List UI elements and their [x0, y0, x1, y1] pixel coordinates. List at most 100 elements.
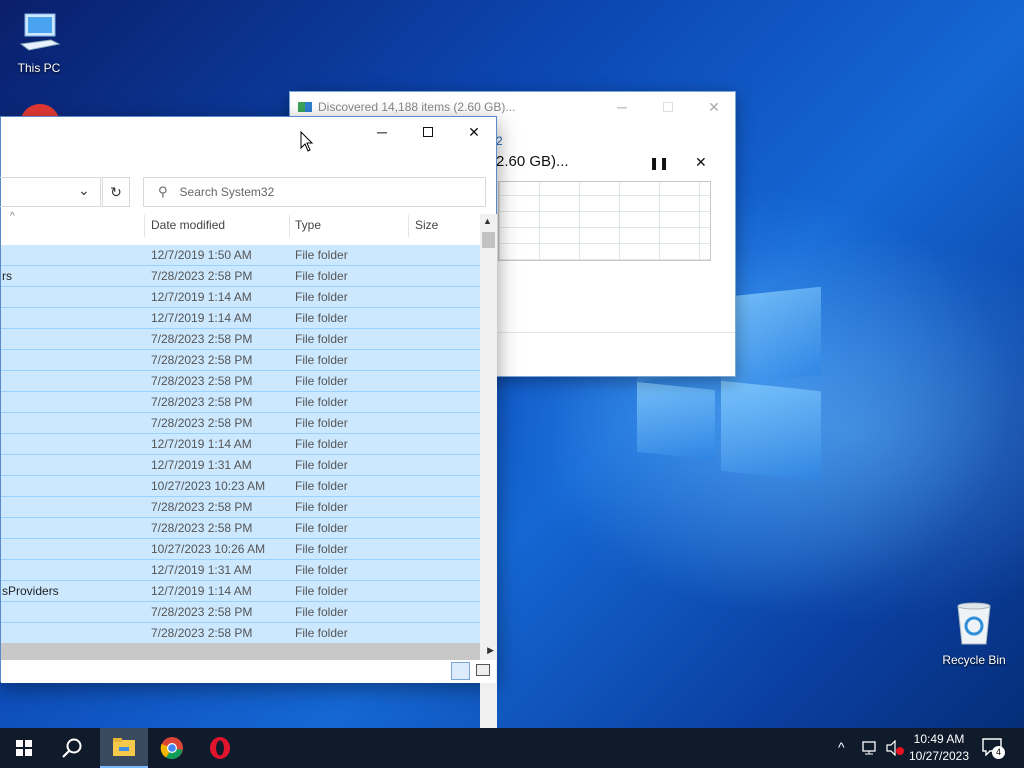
chrome-icon	[160, 737, 183, 760]
row-date-modified: 12/7/2019 1:14 AM	[151, 290, 252, 304]
taskbar-opera[interactable]	[196, 728, 244, 768]
start-icon	[16, 740, 32, 756]
row-date-modified: 7/28/2023 2:58 PM	[151, 500, 253, 514]
table-row[interactable]: 7/28/2023 2:58 PM File folder	[1, 623, 480, 644]
scroll-up-icon[interactable]: ▲	[483, 216, 492, 226]
row-date-modified: 12/7/2019 1:14 AM	[151, 437, 252, 451]
chevron-down-icon[interactable]: ⌄	[78, 182, 90, 199]
table-row[interactable]: 12/7/2019 1:14 AM File folder	[1, 434, 480, 455]
row-type: File folder	[295, 290, 348, 304]
row-type: File folder	[295, 479, 348, 493]
row-type: File folder	[295, 563, 348, 577]
progress-dialog-title: Discovered 14,188 items (2.60 GB)...	[318, 100, 516, 114]
row-date-modified: 7/28/2023 2:58 PM	[151, 626, 253, 640]
table-row[interactable]: 12/7/2019 1:14 AM File folder	[1, 287, 480, 308]
table-row[interactable]: 7/28/2023 2:58 PM File folder	[1, 497, 480, 518]
scrollbar-thumb[interactable]	[482, 232, 495, 248]
large-icons-view-icon[interactable]	[476, 664, 490, 676]
column-header-name[interactable]: ^	[1, 209, 144, 241]
refresh-button[interactable]: ↻	[102, 177, 130, 207]
computer-icon	[3, 10, 75, 57]
notification-count-badge: 4	[992, 746, 1005, 759]
recycle-bin-desktop-icon[interactable]: Recycle Bin	[938, 600, 1010, 667]
search-placeholder: Search System32	[179, 185, 275, 199]
table-row[interactable]: 10/27/2023 10:26 AM File folder	[1, 539, 480, 560]
action-center-button[interactable]: 4	[982, 738, 1005, 759]
row-date-modified: 7/28/2023 2:58 PM	[151, 374, 253, 388]
table-row[interactable]: 7/28/2023 2:58 PM File folder	[1, 371, 480, 392]
progress-status-text: 2.60 GB)...	[496, 153, 569, 170]
row-date-modified: 7/28/2023 2:58 PM	[151, 416, 253, 430]
table-row[interactable]: 7/28/2023 2:58 PM File folder	[1, 602, 480, 623]
wallpaper-logo-pane	[637, 381, 715, 461]
table-row[interactable]: 12/7/2019 1:50 AM File folder	[1, 245, 480, 266]
horizontal-scrollbar[interactable]: ▶	[1, 643, 494, 660]
row-date-modified: 7/28/2023 2:58 PM	[151, 269, 253, 283]
cancel-icon[interactable]: ✕	[695, 154, 707, 171]
table-row[interactable]: 7/28/2023 2:58 PM File folder	[1, 350, 480, 371]
table-row[interactable]: 7/28/2023 2:58 PM File folder	[1, 329, 480, 350]
taskbar-clock[interactable]: 10:49 AM 10/27/2023	[906, 728, 972, 768]
row-date-modified: 7/28/2023 2:58 PM	[151, 395, 253, 409]
row-type: File folder	[295, 542, 348, 556]
address-bar[interactable]: ⌄	[0, 177, 101, 207]
row-type: File folder	[295, 521, 348, 535]
close-button[interactable]: ✕	[691, 92, 737, 122]
row-type: File folder	[295, 353, 348, 367]
row-type: File folder	[295, 584, 348, 598]
row-type: File folder	[295, 374, 348, 388]
column-header-date-modified[interactable]: Date modified	[144, 209, 289, 241]
table-row[interactable]: 10/27/2023 10:23 AM File folder	[1, 476, 480, 497]
network-icon[interactable]	[862, 740, 880, 756]
volume-muted-icon[interactable]	[886, 740, 904, 756]
row-date-modified: 12/7/2019 1:14 AM	[151, 311, 252, 325]
scroll-right-icon[interactable]: ▶	[487, 645, 494, 656]
column-header-type[interactable]: Type	[288, 209, 408, 241]
table-row[interactable]: 12/7/2019 1:14 AM File folder	[1, 308, 480, 329]
refresh-icon: ↻	[110, 183, 122, 200]
row-type: File folder	[295, 395, 348, 409]
search-input[interactable]: ⚲ Search System32	[143, 177, 486, 207]
clock-time: 10:49 AM	[913, 732, 965, 746]
wallpaper-logo-pane	[721, 286, 821, 386]
close-button[interactable]: ✕	[451, 117, 497, 147]
table-row[interactable]: 7/28/2023 2:58 PM File folder	[1, 518, 480, 539]
table-row[interactable]: 12/7/2019 1:31 AM File folder	[1, 455, 480, 476]
show-hidden-icons-button[interactable]: ^	[838, 739, 845, 755]
minimize-button[interactable]: ─	[359, 117, 405, 147]
taskbar-chrome[interactable]	[148, 728, 196, 768]
details-view-icon[interactable]	[451, 662, 470, 680]
row-type: File folder	[295, 458, 348, 472]
table-row[interactable]: 12/7/2019 1:31 AM File folder	[1, 560, 480, 581]
taskbar-file-explorer[interactable]	[100, 728, 148, 768]
row-type: File folder	[295, 500, 348, 514]
minimize-button[interactable]: ─	[599, 92, 645, 122]
maximize-button[interactable]	[645, 92, 691, 122]
sort-ascending-icon: ^	[10, 211, 15, 222]
maximize-button[interactable]	[405, 117, 451, 147]
table-row[interactable]: rs 7/28/2023 2:58 PM File folder	[1, 266, 480, 287]
transfer-speed-graph	[498, 181, 711, 261]
mouse-cursor	[300, 131, 314, 152]
column-header-size[interactable]: Size	[408, 209, 480, 241]
pause-icon[interactable]: ❚❚	[649, 156, 669, 170]
row-name: sProviders	[2, 584, 59, 598]
file-list: 12/7/2019 1:50 AM File folder rs 7/28/2023 …	[1, 245, 480, 761]
progress-partial-text: 2	[496, 134, 503, 148]
table-row[interactable]: 7/28/2023 2:58 PM File folder	[1, 413, 480, 434]
row-date-modified: 12/7/2019 1:14 AM	[151, 584, 252, 598]
search-icon: ⚲	[158, 184, 168, 199]
table-row[interactable]: 7/28/2023 2:58 PM File folder	[1, 392, 480, 413]
taskbar-search-button[interactable]	[48, 728, 96, 768]
start-button[interactable]	[0, 728, 48, 768]
this-pc-desktop-icon[interactable]: This PC	[3, 10, 75, 75]
table-row[interactable]: sProviders 12/7/2019 1:14 AM File folder	[1, 581, 480, 602]
row-type: File folder	[295, 311, 348, 325]
row-date-modified: 7/28/2023 2:58 PM	[151, 353, 253, 367]
file-explorer-icon	[113, 738, 135, 756]
row-type: File folder	[295, 332, 348, 346]
row-type: File folder	[295, 626, 348, 640]
search-icon	[62, 738, 82, 758]
clock-date: 10/27/2023	[908, 749, 970, 763]
row-date-modified: 12/7/2019 1:31 AM	[151, 563, 252, 577]
